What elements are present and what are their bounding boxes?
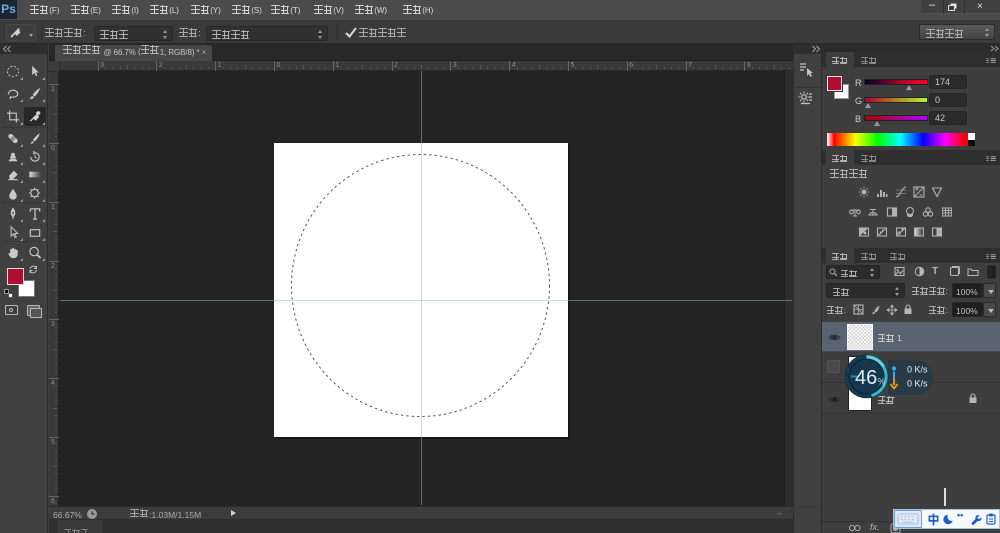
svg-text:0 K/s: 0 K/s xyxy=(907,365,928,375)
svg-text:46: 46 xyxy=(855,367,877,389)
svg-text:%: % xyxy=(878,377,886,387)
svg-text:0 K/s: 0 K/s xyxy=(907,379,928,389)
